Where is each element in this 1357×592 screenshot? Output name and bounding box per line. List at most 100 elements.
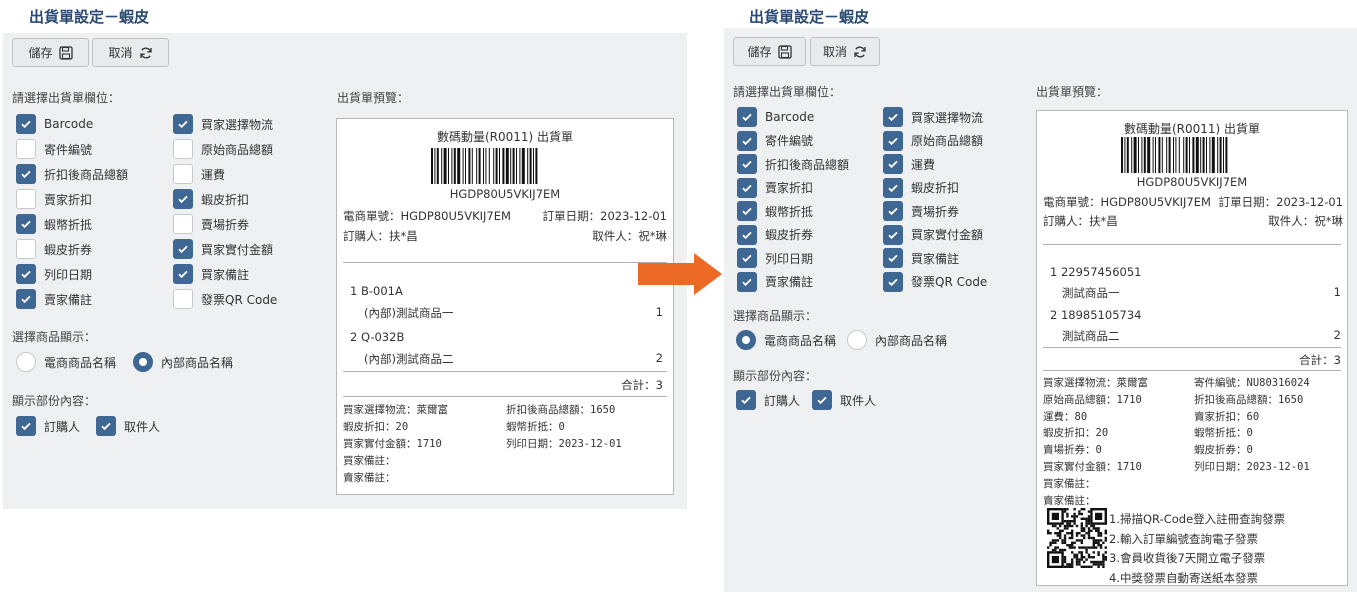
field-checkbox[interactable]: 原始商品總額	[883, 130, 983, 151]
checkbox-box[interactable]	[883, 177, 903, 198]
field-checkbox[interactable]: 賣家折扣	[737, 177, 813, 198]
field-checkbox[interactable]: 賣家備註	[16, 289, 92, 309]
partial-checkbox[interactable]: 訂購人	[736, 390, 800, 410]
checkbox-box[interactable]	[173, 164, 193, 184]
field-checkbox[interactable]: 買家備註	[173, 264, 249, 284]
field-checkbox[interactable]: 運費	[883, 154, 935, 174]
field-checkbox[interactable]: 寄件編號	[16, 139, 92, 159]
invoice-instruction-line: 2.輸入訂單編號查詢電子發票	[1109, 531, 1258, 546]
cancel-button[interactable]: 取消	[92, 38, 169, 67]
checkbox-label: 買家備註	[201, 267, 250, 282]
field-checkbox[interactable]: 折扣後商品總額	[16, 164, 128, 184]
field-checkbox[interactable]: 原始商品總額	[173, 139, 273, 159]
partial-checkbox[interactable]: 取件人	[812, 390, 876, 410]
checkbox-box[interactable]	[16, 189, 36, 209]
checkbox-box[interactable]	[173, 214, 193, 234]
checkbox-box[interactable]	[16, 239, 36, 259]
checkbox-box[interactable]	[883, 224, 903, 245]
product-radio-option[interactable]: 電商商品名稱	[736, 330, 836, 350]
checkbox-box[interactable]	[736, 390, 756, 410]
checkbox-label: 蝦皮折扣	[201, 192, 250, 207]
checkbox-box[interactable]	[173, 189, 193, 209]
checkbox-box[interactable]	[737, 248, 757, 268]
checkbox-box[interactable]	[16, 114, 36, 134]
info-field: 買家備註：	[343, 455, 396, 467]
field-checkbox[interactable]: 發票QR Code	[883, 271, 987, 292]
field-checkbox[interactable]: 蝦皮折券	[737, 224, 813, 245]
checkbox-box[interactable]	[883, 154, 903, 174]
checkbox-box[interactable]	[737, 224, 757, 245]
info-field: 蝦幣折抵：0	[506, 421, 565, 433]
field-checkbox[interactable]: 買家備註	[883, 248, 959, 268]
field-checkbox[interactable]: 列印日期	[737, 248, 813, 268]
info-field: 蝦皮折券：0	[1194, 444, 1253, 457]
checkbox-box[interactable]	[173, 139, 193, 159]
field-checkbox[interactable]: 賣家備註	[737, 271, 813, 292]
field-checkbox[interactable]: 賣場折券	[883, 201, 959, 221]
checkbox-box[interactable]	[16, 164, 36, 184]
field-checkbox[interactable]: 寄件編號	[737, 130, 813, 151]
radio-button[interactable]	[847, 330, 867, 350]
radio-button[interactable]	[133, 352, 153, 372]
field-checkbox[interactable]: 買家選擇物流	[883, 107, 983, 127]
radio-button[interactable]	[736, 330, 756, 350]
partial-checkbox[interactable]: 取件人	[96, 416, 160, 436]
page-title: 出貨單設定－蝦皮	[749, 8, 870, 26]
save-label: 儲存	[747, 45, 772, 59]
checkbox-box[interactable]	[173, 114, 193, 134]
field-checkbox[interactable]: Barcode	[737, 107, 814, 127]
checkbox-box[interactable]	[883, 271, 903, 292]
save-button[interactable]: 儲存	[12, 38, 89, 67]
item-code: 1 B-001A	[350, 284, 403, 298]
product-radio-option[interactable]: 電商商品名稱	[16, 352, 116, 372]
field-checkbox[interactable]: 賣場折券	[173, 214, 249, 234]
field-checkbox[interactable]: 蝦皮折券	[16, 239, 92, 259]
checkbox-box[interactable]	[737, 130, 757, 151]
checkbox-box[interactable]	[16, 416, 36, 436]
field-checkbox[interactable]: 列印日期	[16, 264, 92, 284]
field-checkbox[interactable]: 賣家折扣	[16, 189, 92, 209]
checkbox-box[interactable]	[737, 177, 757, 198]
field-checkbox[interactable]: 買家實付金額	[173, 239, 273, 259]
checkbox-box[interactable]	[173, 239, 193, 259]
checkbox-box[interactable]	[737, 154, 757, 174]
item-qty: 2	[1333, 328, 1341, 342]
checkbox-label: 取件人	[840, 393, 877, 408]
barcode	[1121, 137, 1228, 173]
checkbox-box[interactable]	[737, 107, 757, 127]
checkbox-box[interactable]	[737, 271, 757, 292]
info-field: 列印日期：2023-12-01	[506, 438, 622, 450]
checkbox-box[interactable]	[173, 289, 193, 309]
checkbox-box[interactable]	[16, 264, 36, 284]
checkbox-box[interactable]	[16, 289, 36, 309]
radio-button[interactable]	[16, 352, 36, 372]
save-button[interactable]: 儲存	[733, 37, 806, 66]
receiver-name: 取件人：祝*琳	[592, 229, 667, 243]
checkbox-box[interactable]	[16, 139, 36, 159]
checkbox-box[interactable]	[96, 416, 116, 436]
product-radio-option[interactable]: 內部商品名稱	[133, 352, 233, 372]
item-code: 1 22957456051	[1050, 265, 1142, 279]
cancel-button[interactable]: 取消	[810, 37, 880, 66]
checkbox-box[interactable]	[173, 264, 193, 284]
field-checkbox[interactable]: 運費	[173, 164, 225, 184]
checkbox-box[interactable]	[883, 130, 903, 151]
field-checkbox[interactable]: 買家實付金額	[883, 224, 983, 245]
field-checkbox[interactable]: 折扣後商品總額	[737, 154, 849, 174]
checkbox-box[interactable]	[883, 201, 903, 221]
field-checkbox[interactable]: Barcode	[16, 114, 93, 134]
field-checkbox[interactable]: 買家選擇物流	[173, 114, 273, 134]
field-checkbox[interactable]: 蝦皮折扣	[173, 189, 249, 209]
field-checkbox[interactable]: 蝦皮折扣	[883, 177, 959, 198]
field-checkbox[interactable]: 蝦幣折抵	[737, 201, 813, 221]
checkbox-box[interactable]	[883, 248, 903, 268]
checkbox-box[interactable]	[883, 107, 903, 127]
checkbox-label: 蝦幣折抵	[44, 217, 93, 232]
partial-checkbox[interactable]: 訂購人	[16, 416, 80, 436]
field-checkbox[interactable]: 發票QR Code	[173, 289, 277, 309]
product-radio-option[interactable]: 內部商品名稱	[847, 330, 947, 350]
field-checkbox[interactable]: 蝦幣折抵	[16, 214, 92, 234]
checkbox-box[interactable]	[16, 214, 36, 234]
checkbox-box[interactable]	[812, 390, 832, 410]
checkbox-box[interactable]	[737, 201, 757, 221]
